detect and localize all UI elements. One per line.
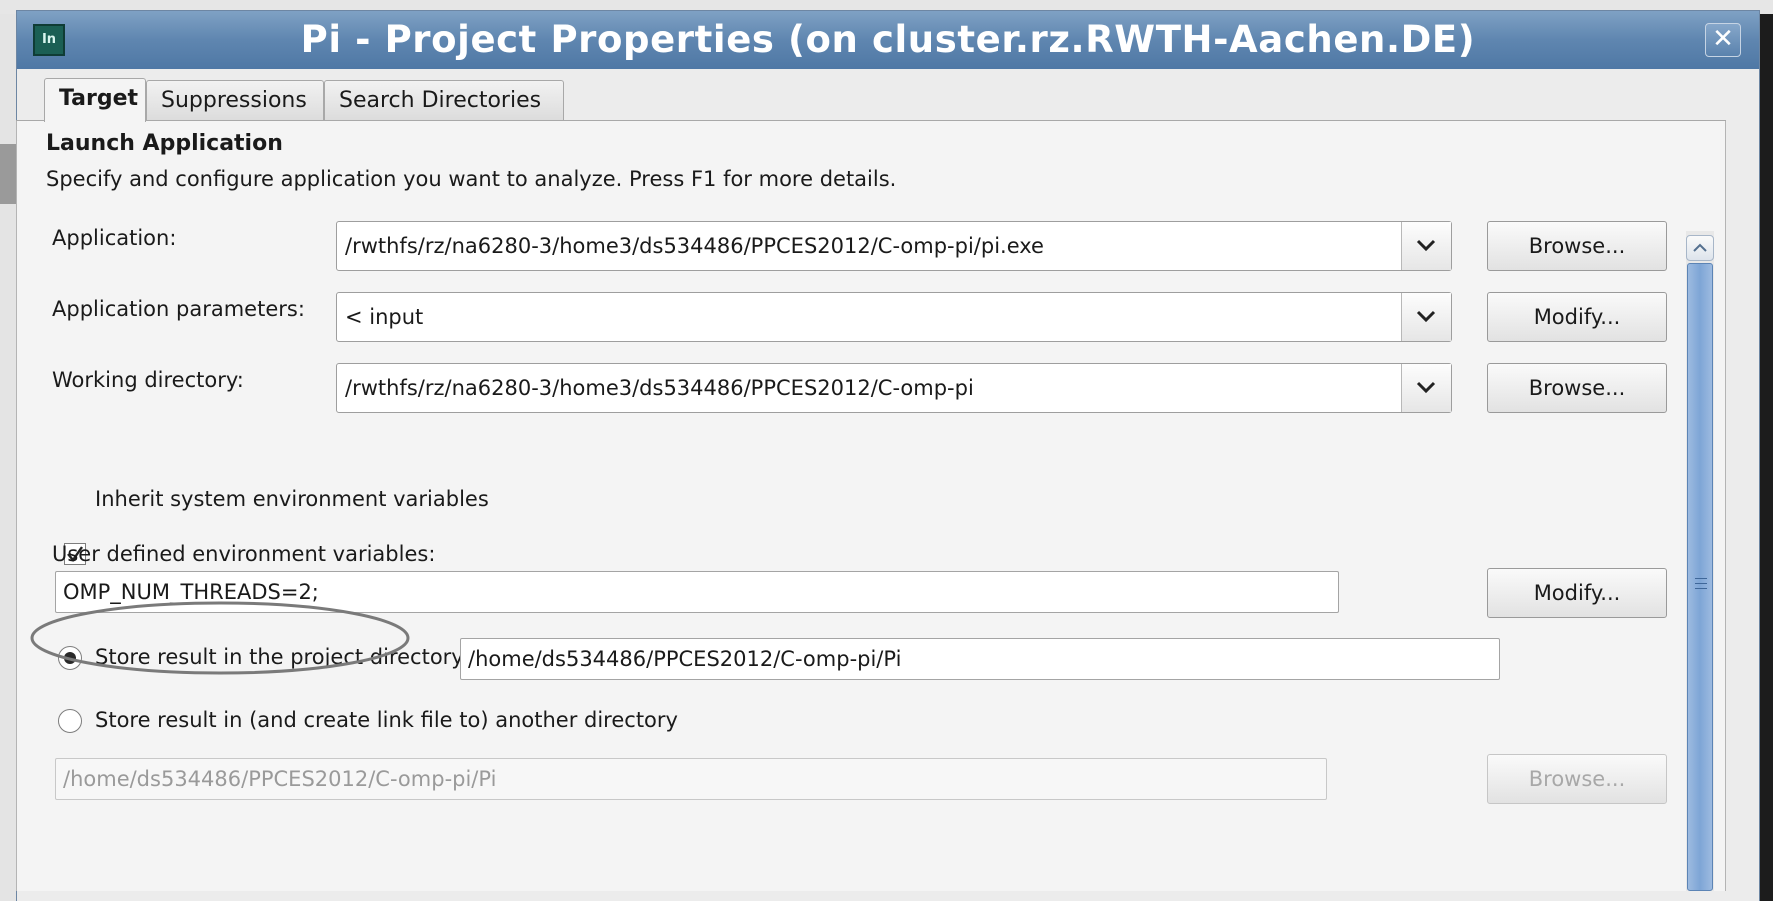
application-label: Application: [52,226,177,250]
application-browse-button[interactable]: Browse... [1487,221,1667,271]
section-description: Specify and configure application you wa… [46,167,897,191]
tab-search-directories[interactable]: Search Directories [324,80,564,120]
scroll-thumb[interactable] [1687,263,1713,891]
chevron-down-icon [1416,310,1436,323]
working-dir-value: /rwthfs/rz/na6280-3/home3/ds534486/PPCES… [345,376,974,400]
radio-selected-dot [64,652,76,664]
chevron-down-icon [1416,381,1436,394]
close-icon: ✕ [1712,24,1734,54]
application-combo[interactable]: /rwthfs/rz/na6280-3/home3/ds534486/PPCES… [336,221,1452,271]
vertical-scrollbar[interactable] [1686,231,1714,891]
application-dropdown-button[interactable] [1401,222,1451,270]
user-env-modify-button[interactable]: Modify... [1487,568,1667,618]
dialog-title: Pi - Project Properties (on cluster.rz.R… [300,18,1476,61]
user-env-label: User defined environment variables: [52,542,436,566]
scroll-up-icon [1693,243,1707,252]
tab-suppressions[interactable]: Suppressions [146,80,324,120]
app-params-label: Application parameters: [52,297,305,321]
tab-label: Search Directories [339,88,542,113]
store-project-label[interactable]: Store result in the project directory: [95,645,469,669]
app-icon: In [33,24,65,56]
scroll-grip [1695,578,1707,593]
tab-target[interactable]: Target [44,78,146,122]
working-dir-label: Working directory: [52,368,244,392]
tab-bar: Target Suppressions Search Directories [16,68,1726,128]
scroll-up-button[interactable] [1686,235,1714,261]
app-params-modify-button[interactable]: Modify... [1487,292,1667,342]
background-window-left-edge [0,14,16,901]
tab-label: Suppressions [161,88,307,113]
app-params-combo[interactable]: < input [336,292,1452,342]
tab-label: Target [59,86,139,111]
chevron-down-icon [1416,239,1436,252]
title-bar[interactable]: In Pi - Project Properties (on cluster.r… [17,11,1759,69]
close-button[interactable]: ✕ [1705,23,1741,57]
background-window-right-edge [1760,14,1773,901]
store-other-field: /home/ds534486/PPCES2012/C-omp-pi/Pi [55,758,1327,800]
app-params-value: < input [345,305,424,329]
working-dir-browse-button[interactable]: Browse... [1487,363,1667,413]
application-value: /rwthfs/rz/na6280-3/home3/ds534486/PPCES… [345,234,1044,258]
store-other-label[interactable]: Store result in (and create link file to… [95,708,678,732]
working-dir-dropdown-button[interactable] [1401,364,1451,412]
store-project-field[interactable]: /home/ds534486/PPCES2012/C-omp-pi/Pi [460,638,1500,680]
inherit-env-label[interactable]: Inherit system environment variables [95,487,489,511]
store-other-radio[interactable] [58,709,82,733]
store-other-browse-button: Browse... [1487,754,1667,804]
section-title: Launch Application [46,131,283,156]
working-dir-combo[interactable]: /rwthfs/rz/na6280-3/home3/ds534486/PPCES… [336,363,1452,413]
store-project-radio[interactable] [58,646,82,670]
user-env-field[interactable]: OMP_NUM_THREADS=2; [55,571,1339,613]
app-params-dropdown-button[interactable] [1401,293,1451,341]
